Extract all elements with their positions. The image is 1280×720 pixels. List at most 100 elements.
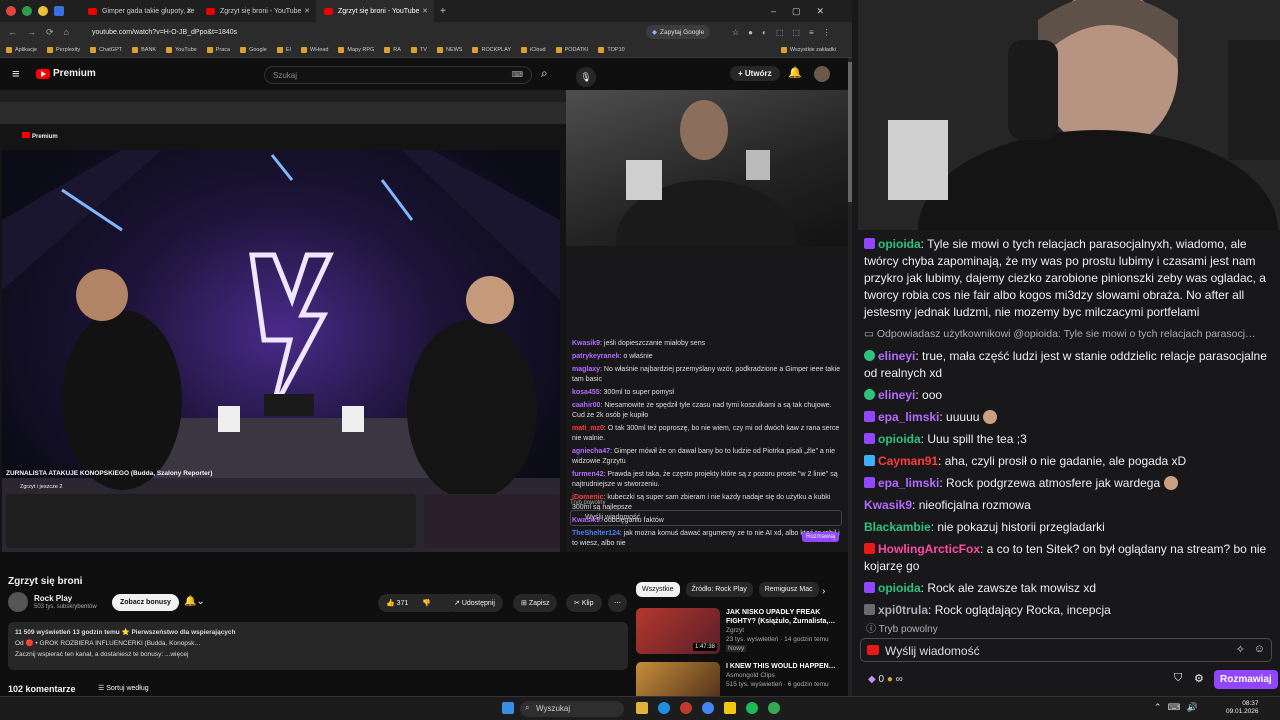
bookmark-item[interactable]: TV [410,46,427,53]
chat-user[interactable]: elineyi [878,388,915,402]
chip-remigiusz[interactable]: Remigiusz Mac [758,582,819,597]
chat-user[interactable]: epa_limski [878,410,939,424]
all-bookmarks[interactable]: Wszystkie zakładki [780,46,836,53]
bookmark-item[interactable]: TOP10 [598,46,625,53]
window-controls[interactable]: –▢✕ [771,6,840,17]
bookmark-item[interactable]: Google [240,46,267,53]
keyboard-icon[interactable]: ⌨ [511,70,523,79]
channel-name[interactable]: Rock Play [34,594,97,603]
chat-user[interactable]: xpi0trula [878,603,928,617]
chat-user[interactable]: opioida [878,432,921,446]
magic-icon[interactable]: ✧ [1236,643,1245,656]
bonus-button[interactable]: Zobacz bonusy [112,594,179,611]
bookmark-item[interactable]: RA [384,46,401,53]
bookmark-item[interactable]: iCloud [521,46,546,53]
app-icon[interactable] [680,702,692,714]
bookmark-item[interactable]: BANK [132,46,156,53]
chat-user[interactable]: opioida [878,581,921,595]
menu-icon[interactable]: ≡ [12,66,20,81]
chevron-right-icon[interactable]: › [822,586,825,597]
sort-button[interactable]: ☰ Sortuj według [98,684,149,692]
gear-icon[interactable]: ⚙ [1194,672,1204,685]
close-icon[interactable]: ✕ [422,7,428,15]
chat-user[interactable]: Kwasik9 [864,498,912,512]
nested-screen: Premium ŻURNALISTA ATAKUJE KONOPSKIEGO (… [0,90,566,552]
recommendation-item[interactable]: 1:47:38 JAK NISKO UPADŁY FREAK FIGHTY? (… [636,608,846,660]
bookmark-item[interactable]: Praca [206,46,230,53]
chat-message: furmen42: Prawda jest taka, że często pr… [572,471,838,488]
chat-user[interactable]: elineyi [878,349,915,363]
thumb-down-icon[interactable]: 👎 [422,599,431,607]
search-input[interactable]: Szukaj ⌨ [264,66,532,84]
nested-chat-button[interactable]: Rozmawiaj [802,532,840,542]
clip-label: Klip [581,599,594,607]
chip-all[interactable]: Wszystkie [636,582,680,597]
recommendation-item[interactable]: I KNEW THIS WOULD HAPPEN… Asmongold Clips… [636,662,846,696]
ask-google-button[interactable]: ◆ Zapytaj Google [646,25,711,39]
new-badge: Nowy [726,645,747,652]
chat-user[interactable]: opioida [878,237,921,251]
bookmark-item[interactable]: ChatGPT [90,46,122,53]
search-placeholder: Szukaj [273,71,298,80]
close-icon[interactable]: ✕ [186,7,192,15]
extension-icons[interactable]: ☆●◐⬚⬚≡⋮ [732,28,840,37]
emote-picker-icon[interactable]: ☺ [1254,643,1265,655]
bookmark-item[interactable]: ROCKPLAY [472,46,511,53]
chip-source[interactable]: Źródło: Rock Play [685,582,753,597]
chat-user: caahir00 [572,402,601,409]
bookmark-item[interactable]: NEWS [436,46,463,53]
folder-icon[interactable] [636,702,648,714]
more-button[interactable]: ⋯ [608,594,627,612]
windows-start-icon[interactable] [502,702,514,714]
video-player[interactable]: Premium ŻURNALISTA ATAKUJE KONOPSKIEGO (… [0,90,848,552]
shield-icon[interactable]: ⛉ [1174,672,1182,685]
create-button[interactable]: + Utwórz [730,66,780,81]
chat-user: maglaxy [572,366,601,373]
chrome-icon[interactable] [768,702,780,714]
taskbar-search[interactable]: ⌕ Wyszukaj [520,701,624,717]
bell-dropdown-icon[interactable]: 🔔⌄ [184,596,205,607]
chat-user[interactable]: Blackambie [864,520,931,534]
points-value: 0 [878,674,885,685]
chat-user[interactable]: Cayman91 [878,454,938,468]
clock[interactable]: 08:37 09.01.2026 [1226,700,1259,716]
search-icon[interactable]: ⌕ [541,66,548,81]
tray-icons[interactable]: ⌃⌨🔊 [1154,702,1204,713]
bookmark-item[interactable]: PODATKI [555,46,588,53]
bookmark-item[interactable]: EI [276,46,291,53]
bookmark-item[interactable]: Perplexity [47,46,80,53]
bell-icon[interactable]: 🔔 [788,66,802,79]
url-field[interactable]: youtube.com/watch?v=H-O-JB_dPpo&t=1840s [92,29,237,36]
channel-avatar[interactable] [8,592,28,612]
chat-message: opioida: Uuu spill the tea ;3 [864,431,1274,448]
share-button[interactable]: ↗ Udostępnij [446,594,503,612]
save-button[interactable]: ⊞ Zapisz [513,594,558,612]
clip-button[interactable]: ✂ Klip [566,594,602,612]
chat-user[interactable]: HowlingArcticFox [878,542,980,556]
bookmark-item[interactable]: Aplikacje [6,46,37,53]
description-box[interactable]: 11 509 wyświetleń 13 godzin temu ⭐ Pierw… [8,622,628,670]
chat-send-button[interactable]: Rozmawiaj [1214,670,1278,689]
tab-2[interactable]: Zgrzyt się broni - YouTube ✕ [198,0,316,22]
app-icon[interactable] [724,702,736,714]
microphone-icon[interactable]: 🎙 [576,67,596,87]
edge-icon[interactable] [658,702,670,714]
chat-input[interactable]: Wyślij wiadomość ✧ ☺ [860,638,1272,662]
bookmark-item[interactable]: WHead [301,46,328,53]
spotify-icon[interactable] [746,702,758,714]
chat-text: ooo [922,388,943,402]
chrome-icon[interactable] [702,702,714,714]
chat-user[interactable]: epa_limski [878,476,939,490]
nav-icons[interactable]: ←→⟳⌂ [8,27,79,38]
bookmark-label: NEWS [445,46,463,53]
tab-1[interactable]: Gimper gada takie głupoty, że ✕ [80,0,198,22]
youtube-logo[interactable]: Premium [36,68,96,79]
bookmark-item[interactable]: Mapy RPG [338,46,374,53]
nested-chat-input[interactable]: Wyślij wiadomość [570,510,842,526]
avatar[interactable] [814,66,830,82]
close-icon[interactable]: ✕ [304,7,310,15]
tab-3[interactable]: Zgrzyt się broni - YouTube ✕ [316,0,434,22]
channel-points[interactable]: ◆ 0 ● ∞ [868,674,903,685]
new-tab-icon[interactable]: + [440,6,446,17]
bookmark-item[interactable]: YouTube [166,46,197,53]
